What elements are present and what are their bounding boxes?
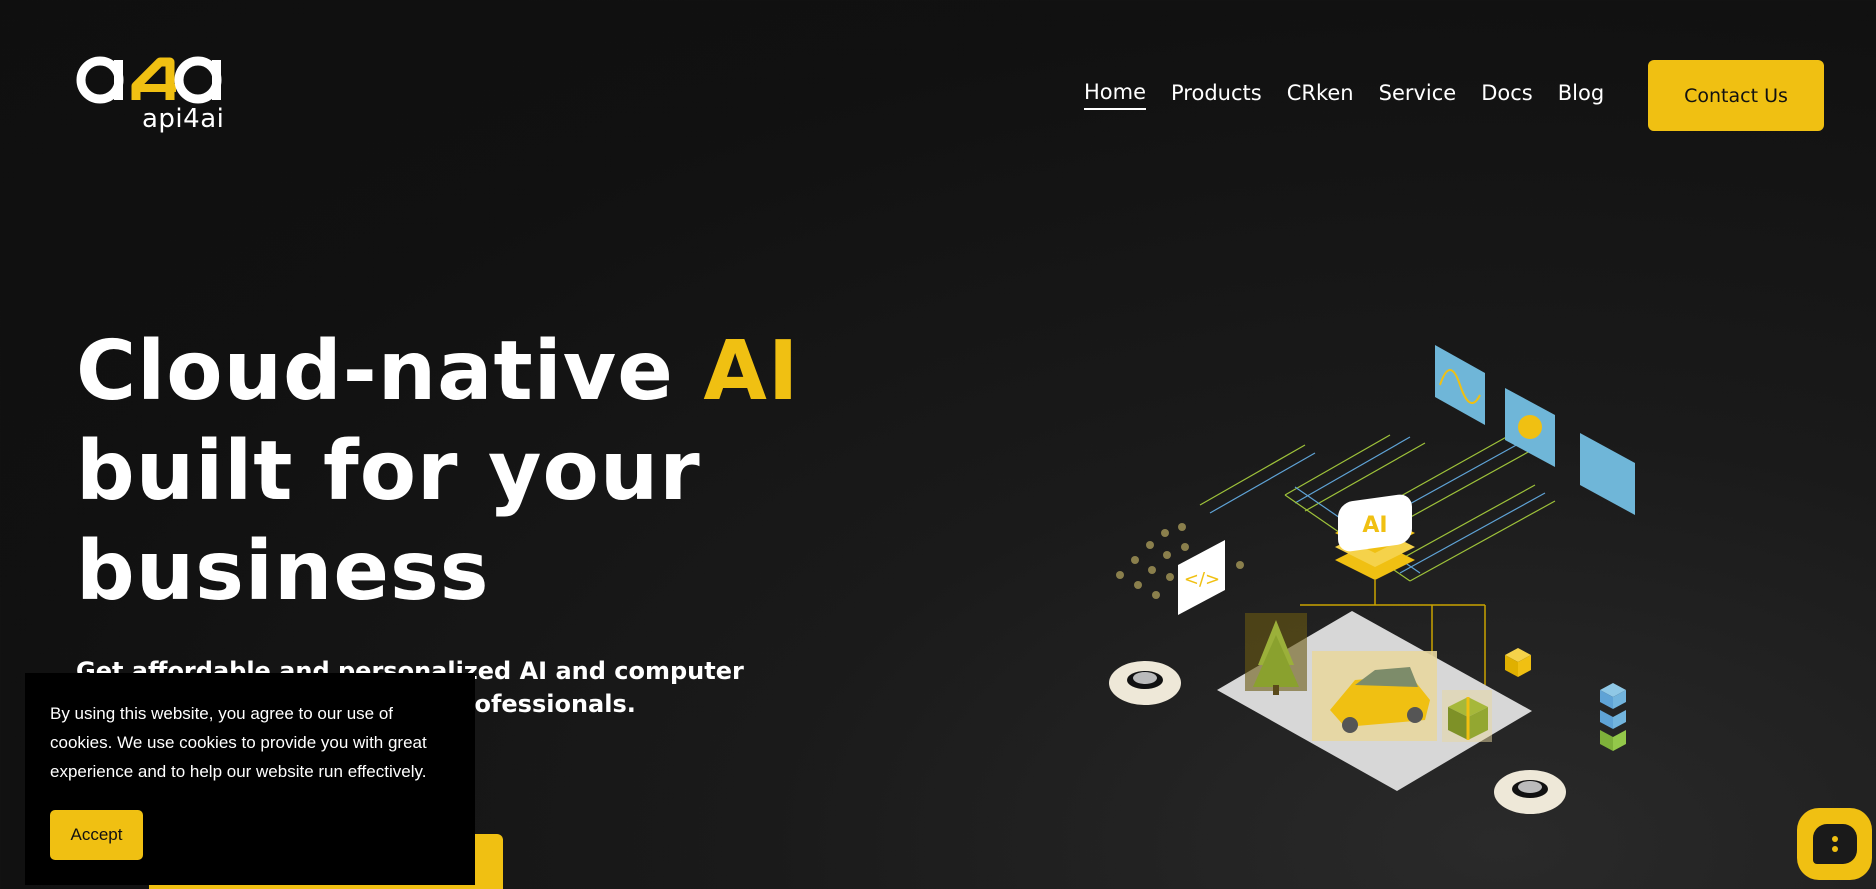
hero-title-line3: business — [76, 524, 490, 619]
logo-icon — [76, 56, 222, 104]
cookie-banner: By using this website, you agree to our … — [25, 673, 475, 885]
chat-widget-button[interactable] — [1797, 808, 1872, 880]
chat-icon — [1812, 824, 1857, 864]
hero-title-line1: Cloud-native — [76, 324, 704, 419]
cookie-text: By using this website, you agree to our … — [50, 704, 427, 781]
nav-item-blog[interactable]: Blog — [1558, 81, 1604, 109]
grid-panel-icon — [1580, 433, 1635, 515]
logo-text: api4ai — [142, 104, 225, 134]
stacked-cubes-icon — [1600, 683, 1626, 751]
chart-icon — [1435, 345, 1485, 425]
gear-icon — [1494, 770, 1566, 814]
nav-item-home[interactable]: Home — [1084, 80, 1147, 110]
hero-title-line2: built for your — [76, 424, 701, 519]
gift-icon — [1442, 690, 1492, 742]
car-icon — [1312, 651, 1437, 741]
nav-item-products[interactable]: Products — [1171, 81, 1262, 109]
code-icon: </> — [1178, 540, 1225, 615]
nav-item-service[interactable]: Service — [1379, 81, 1457, 109]
nav-item-docs[interactable]: Docs — [1481, 81, 1533, 109]
code-icon-label: </> — [1184, 569, 1220, 590]
hero-title: Cloud-native AI built for your business — [76, 322, 836, 622]
logo[interactable]: api4ai — [76, 52, 226, 138]
gear-icon — [1109, 661, 1181, 705]
main-nav: Home Products CRken Service Docs Blog — [1084, 80, 1604, 110]
ai-chip-label: AI — [1362, 513, 1387, 538]
hero-title-accent: AI — [703, 324, 800, 419]
cube-icon — [1505, 648, 1531, 677]
contact-us-button[interactable]: Contact Us — [1648, 60, 1824, 131]
ai-chip: AI — [1335, 494, 1415, 580]
cookie-accept-button[interactable]: Accept — [50, 810, 143, 860]
hero-illustration: AI </> — [1109, 345, 1635, 814]
pie-panel-icon — [1505, 388, 1555, 467]
tree-icon — [1245, 613, 1307, 695]
nav-item-crken[interactable]: CRken — [1287, 81, 1354, 109]
